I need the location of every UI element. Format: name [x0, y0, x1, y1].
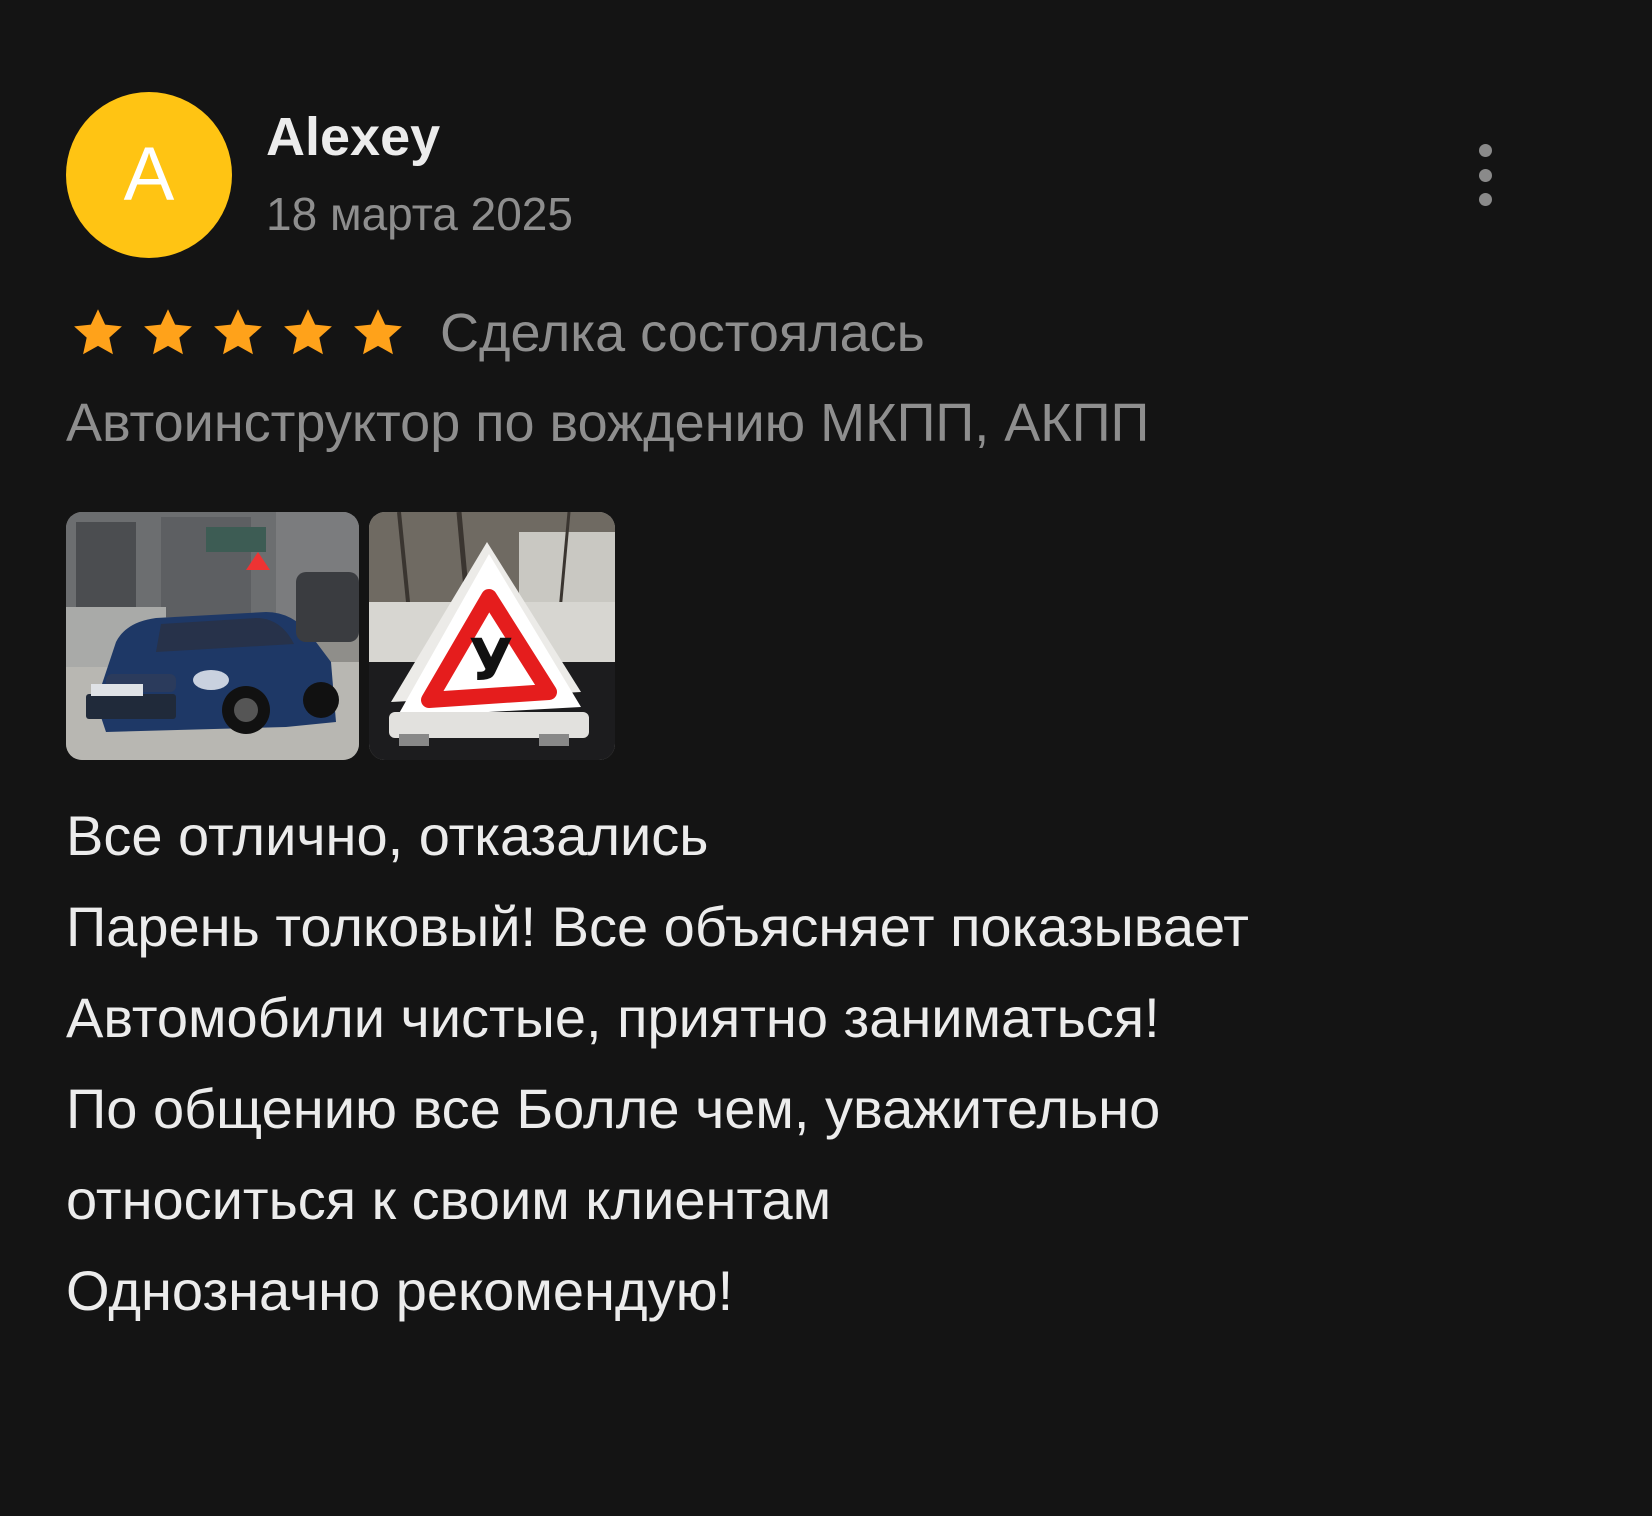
review-text-line: Однозначно рекомендую! [66, 1259, 734, 1322]
review-text: Все отлично, отказались Парень толковый! … [66, 790, 1566, 1336]
review-text-line: относиться к своим клиентам [66, 1168, 832, 1231]
star-rating [70, 305, 420, 361]
review-text-line: По общению все Болле чем, уважительно [66, 1077, 1161, 1140]
star-icon [144, 309, 192, 355]
roof-sign-photo-image: У [369, 512, 615, 760]
star-icon [214, 309, 262, 355]
more-vertical-icon [1478, 144, 1492, 157]
more-vertical-icon-dot [1478, 193, 1492, 206]
more-vertical-icon-dot [1478, 168, 1492, 182]
review-text-line: Парень толковый! Все объясняет показывае… [66, 895, 1249, 958]
review-text-line: Все отлично, отказались [66, 804, 709, 867]
review-text-line: Автомобили чистые, приятно заниматься! [66, 986, 1160, 1049]
star-icon [284, 309, 332, 355]
author-name[interactable]: Alexey [266, 106, 440, 168]
more-options-button[interactable] [1462, 140, 1508, 210]
avatar-letter: A [123, 132, 175, 217]
star-icon [354, 309, 402, 355]
star-icon [74, 309, 122, 355]
rating-row: Сделка состоялась [70, 302, 925, 364]
car-photo-image [66, 512, 359, 760]
avatar[interactable]: A [66, 92, 232, 258]
deal-status: Сделка состоялась [440, 303, 925, 363]
review-date: 18 марта 2025 [266, 188, 573, 240]
photo-thumbnail-roof-sign[interactable]: У [369, 512, 615, 760]
service-name: Автоинструктор по вождению МКПП, АКПП [66, 393, 1150, 453]
photo-thumbnail-car[interactable] [66, 512, 359, 760]
roof-sign-letter: У [469, 626, 514, 694]
photo-gallery: У [66, 512, 615, 760]
